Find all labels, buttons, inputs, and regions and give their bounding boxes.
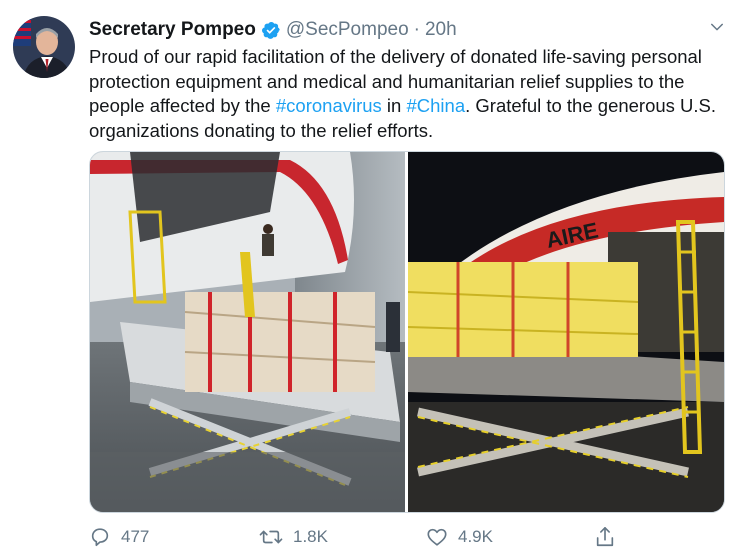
tweet-text-part: in [381,95,407,116]
separator-dot: · [413,19,420,40]
photo-cargo-plane-day[interactable] [90,152,405,512]
hashtag-link-china[interactable]: #China [406,95,465,116]
chevron-down-icon[interactable] [706,16,728,38]
retweet-count: 1.8K [293,527,328,546]
like-count: 4.9K [458,527,493,546]
reply-icon [91,528,109,547]
media-grid: AIRE [89,151,725,513]
reply-count: 477 [121,527,150,546]
author-name[interactable]: Secretary Pompeo [89,19,256,41]
like-button[interactable]: 4.9K [426,520,493,554]
author-handle[interactable]: @SecPompeo [286,19,409,41]
avatar[interactable] [13,16,75,78]
heart-icon [427,528,447,546]
share-icon [596,527,614,547]
retweet-icon [259,530,283,544]
hashtag-link-coronavirus[interactable]: #coronavirus [276,95,382,116]
tweet-actions: 477 1.8K 4.9K [89,520,649,554]
timestamp[interactable]: 20h [425,19,457,41]
avatar-image [13,16,75,78]
retweet-button[interactable]: 1.8K [259,520,328,554]
tweet-header: Secretary Pompeo @SecPompeo · 20h [89,17,706,43]
photo-cargo-plane-night[interactable]: AIRE [408,152,724,512]
reply-button[interactable]: 477 [89,520,149,554]
tweet-text: Proud of our rapid facilitation of the d… [89,45,729,143]
verified-badge-icon [261,20,281,40]
share-button[interactable] [594,520,626,554]
